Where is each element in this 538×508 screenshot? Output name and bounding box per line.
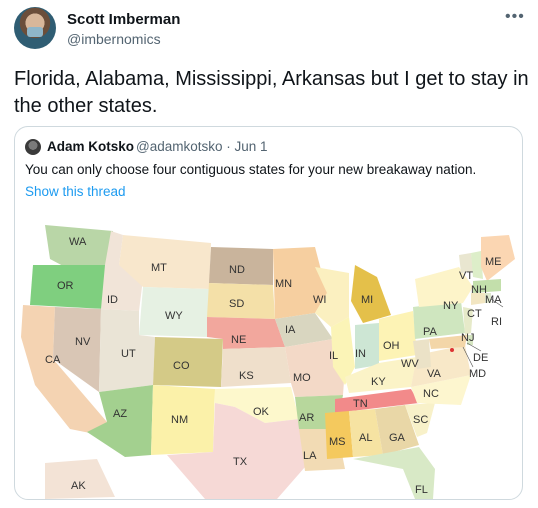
dc-marker <box>450 348 454 352</box>
label-az: AZ <box>113 408 127 420</box>
quote-author-name: Adam Kotsko <box>47 139 135 154</box>
tweet-text: Florida, Alabama, Mississippi, Arkansas … <box>14 68 529 117</box>
state-OH <box>379 311 417 361</box>
author-display-name[interactable]: Scott Imberman <box>67 11 180 28</box>
label-ct: CT <box>467 308 482 320</box>
state-IN <box>355 323 379 369</box>
label-mt: MT <box>151 262 167 274</box>
more-icon[interactable]: ••• <box>505 8 525 26</box>
label-il: IL <box>329 350 338 362</box>
state-MS <box>325 411 353 459</box>
label-nj: NJ <box>461 332 474 344</box>
label-al: AL <box>359 432 372 444</box>
label-ok: OK <box>253 406 270 418</box>
avatar-mask <box>27 27 43 37</box>
label-mi: MI <box>361 294 373 306</box>
quote-author-avatar <box>25 139 41 155</box>
label-ar: AR <box>299 412 314 424</box>
label-ms: MS <box>329 436 346 448</box>
label-ca: CA <box>45 354 61 366</box>
label-va: VA <box>427 368 442 380</box>
label-pa: PA <box>423 326 438 338</box>
label-ri: RI <box>491 316 502 328</box>
label-fl: FL <box>415 484 428 496</box>
label-wv: WV <box>401 358 419 370</box>
quote-text: You can only choose four contiguous stat… <box>25 162 477 177</box>
label-nc: NC <box>423 388 439 400</box>
label-ny: NY <box>443 300 459 312</box>
label-wa: WA <box>69 236 87 248</box>
label-or: OR <box>57 280 74 292</box>
label-tx: TX <box>233 456 248 468</box>
label-me: ME <box>485 256 502 268</box>
label-ga: GA <box>389 432 406 444</box>
label-sc: SC <box>413 414 428 426</box>
label-wy: WY <box>165 310 183 322</box>
label-ia: IA <box>285 324 296 336</box>
label-wi: WI <box>313 294 326 306</box>
label-de: DE <box>473 352 488 364</box>
label-nd: ND <box>229 264 245 276</box>
label-oh: OH <box>383 340 400 352</box>
author-handle[interactable]: @imbernomics <box>67 31 161 47</box>
label-nm: NM <box>171 414 188 426</box>
label-ma: MA <box>485 294 502 306</box>
quote-author-handle: @adamkotsko · Jun 1 <box>136 139 268 154</box>
label-ne: NE <box>231 334 246 346</box>
label-in: IN <box>355 348 366 360</box>
label-la: LA <box>303 450 317 462</box>
quote-tweet-card[interactable]: Adam Kotsko @adamkotsko · Jun 1 You can … <box>14 126 523 500</box>
leader-de <box>466 342 482 352</box>
label-ks: KS <box>239 370 254 382</box>
author-avatar[interactable] <box>14 7 56 49</box>
label-nv: NV <box>75 336 91 348</box>
label-md: MD <box>469 368 486 380</box>
label-ky: KY <box>371 376 386 388</box>
label-mo: MO <box>293 372 311 384</box>
state-KS <box>221 347 291 387</box>
label-co: CO <box>173 360 190 372</box>
us-states-map: WA OR CA ID NV MT WY UT AZ CO NM ND SD N… <box>21 225 515 499</box>
state-AK <box>45 459 115 499</box>
label-ak: AK <box>71 480 86 492</box>
label-id: ID <box>107 294 118 306</box>
label-vt: VT <box>459 270 473 282</box>
label-tn: TN <box>353 398 368 410</box>
label-sd: SD <box>229 298 244 310</box>
label-ut: UT <box>121 348 136 360</box>
label-mn: MN <box>275 278 292 290</box>
show-thread-link[interactable]: Show this thread <box>25 184 126 199</box>
